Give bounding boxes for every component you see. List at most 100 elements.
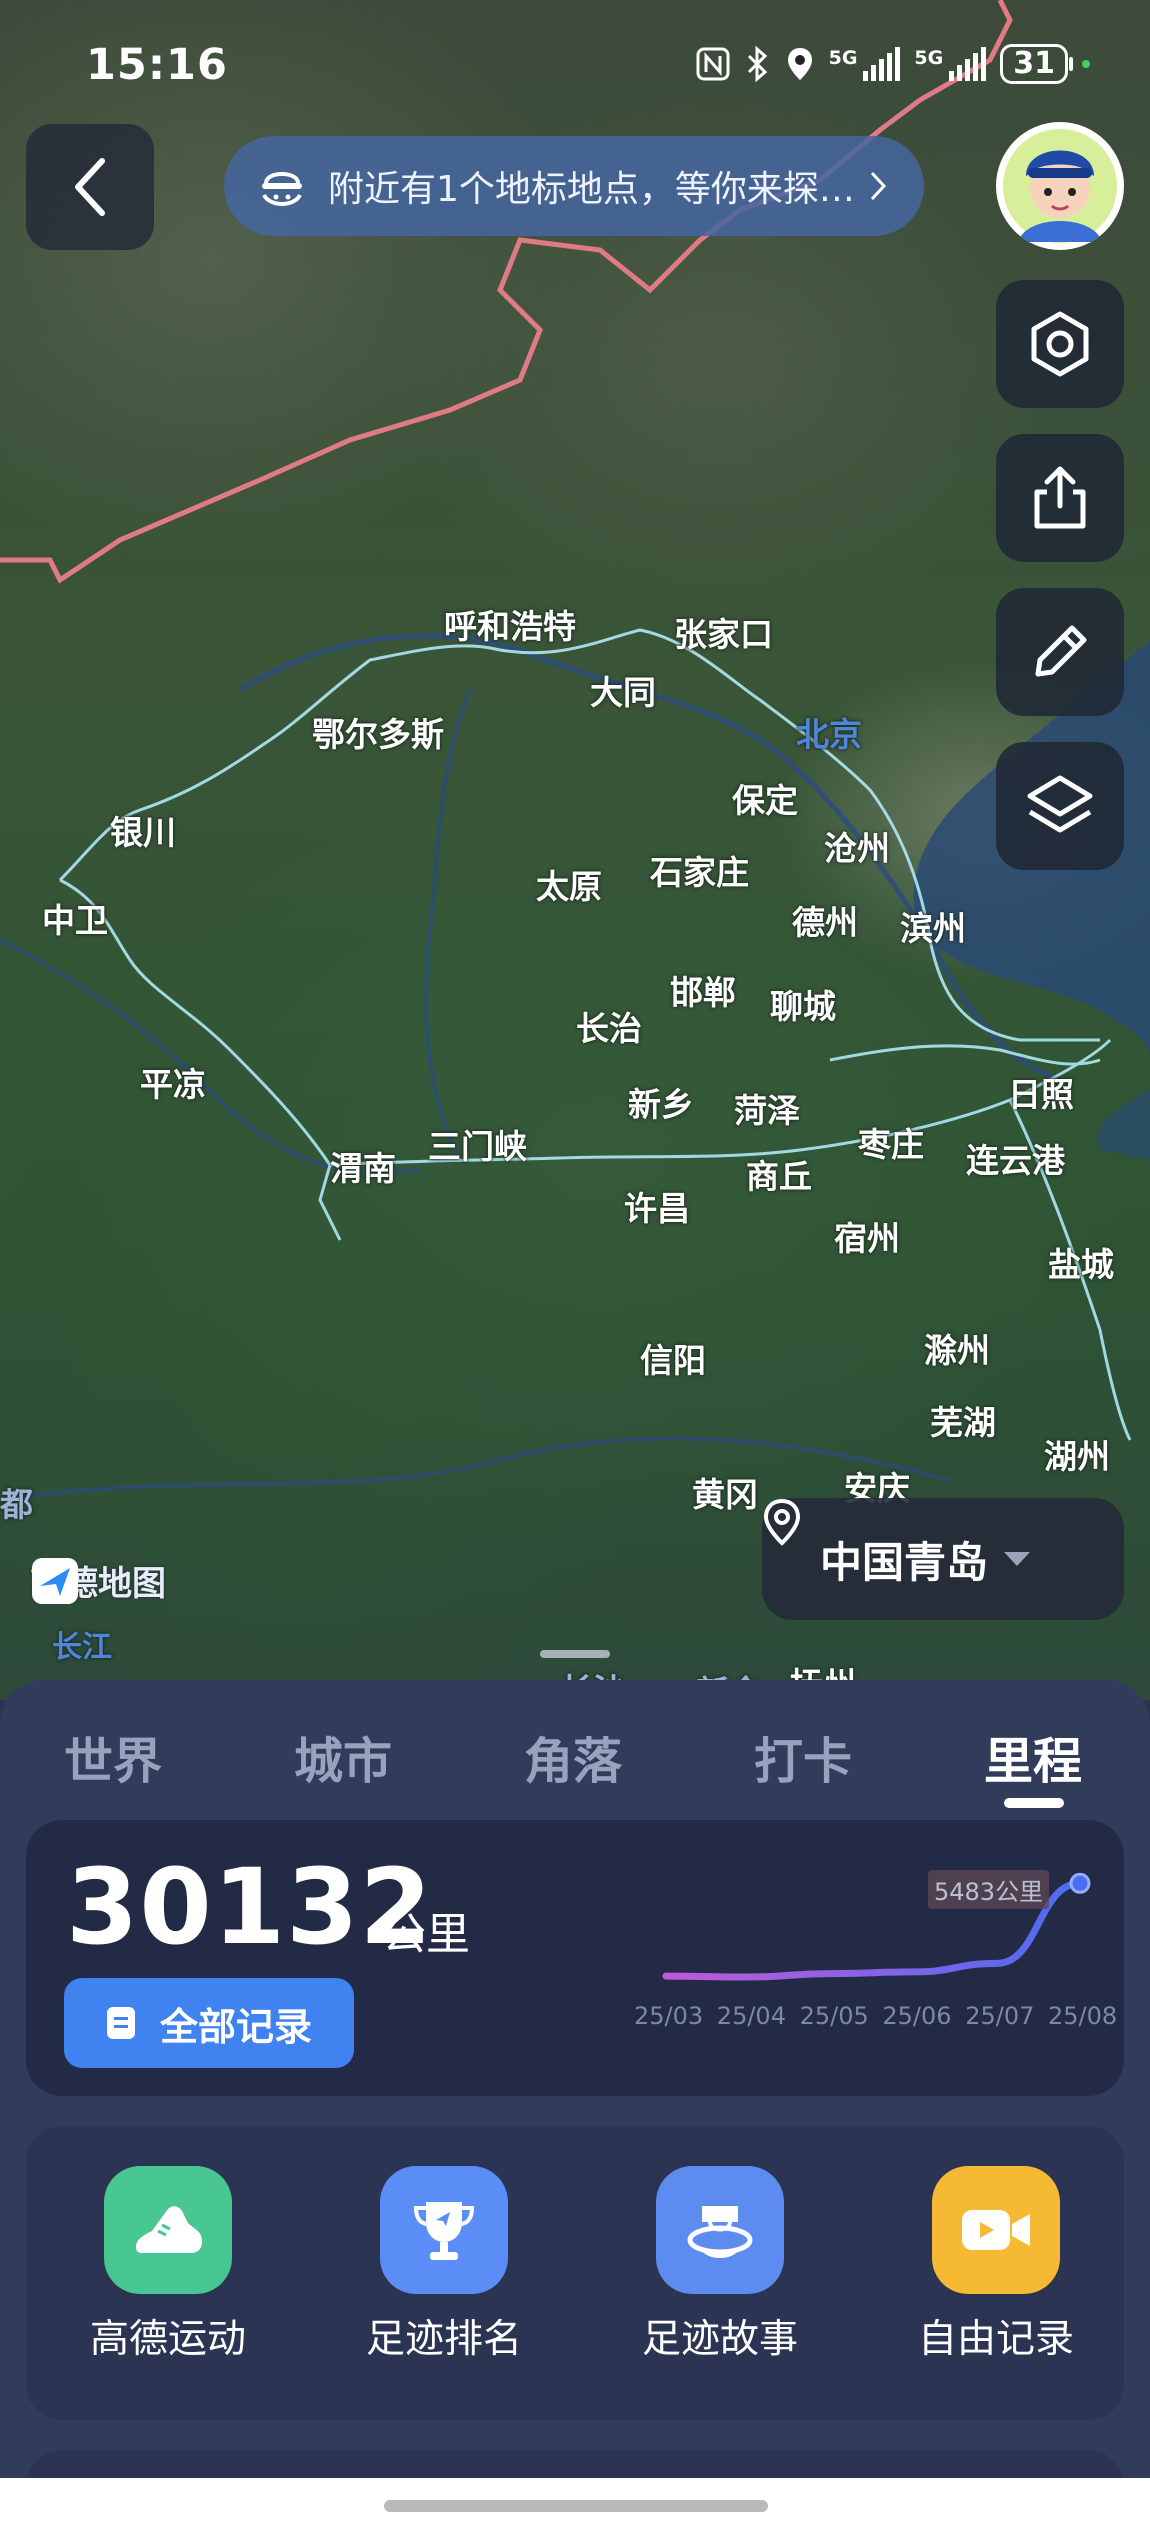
location-name: 中国青岛 xyxy=(820,1537,989,1587)
amap-logo-icon xyxy=(32,1558,78,1604)
total-mileage-value: 30132 xyxy=(66,1846,433,1968)
city-label: 平凉 xyxy=(140,1065,206,1104)
location-pin-icon xyxy=(763,1498,801,1546)
signal-strength-icon: 5G xyxy=(914,47,987,81)
tab-checkin[interactable]: 打卡 xyxy=(754,1722,852,1793)
city-label: 盐城 xyxy=(1048,1245,1114,1284)
home-indicator[interactable] xyxy=(384,2500,768,2512)
tab-mileage[interactable]: 里程 xyxy=(984,1722,1082,1793)
city-label: 滨州 xyxy=(900,909,966,948)
battery-indicator: 31 xyxy=(1000,44,1073,84)
all-records-label: 全部记录 xyxy=(160,2004,313,2049)
active-tab-indicator xyxy=(1004,1798,1064,1808)
charging-dot xyxy=(1082,60,1090,68)
status-time: 15:16 xyxy=(86,40,228,90)
city-label: 聊城 xyxy=(770,987,836,1026)
city-label: 长治 xyxy=(576,1009,642,1048)
city-label: 都 xyxy=(0,1485,33,1524)
share-icon xyxy=(1034,466,1086,529)
chart-x-tick-label: 25/08 xyxy=(1048,2002,1118,2030)
sheet-drag-handle[interactable] xyxy=(540,1650,610,1658)
chart-last-value-label: 5483公里 xyxy=(928,1870,1050,1909)
mileage-unit: 公里 xyxy=(382,1909,470,1960)
chevron-right-icon xyxy=(870,171,886,201)
chart-x-tick-label: 25/07 xyxy=(965,2002,1035,2030)
city-label: 宿州 xyxy=(834,1219,900,1258)
record-list-icon xyxy=(107,2007,135,2039)
user-avatar-icon xyxy=(997,123,1123,249)
layers-button[interactable] xyxy=(996,742,1124,870)
tab-world[interactable]: 世界 xyxy=(64,1722,162,1793)
city-label: 菏泽 xyxy=(734,1091,800,1130)
all-records-button[interactable]: 全部记录 xyxy=(64,1978,354,2068)
tool-label: 自由记录 xyxy=(917,2317,1074,2362)
back-arrow-icon xyxy=(75,158,105,216)
city-label: 大同 xyxy=(590,673,656,712)
hexagon-settings-icon xyxy=(1031,311,1089,377)
video-record-icon xyxy=(932,2166,1060,2294)
tool-footprint-story[interactable]: 足迹故事 xyxy=(600,2166,840,2364)
city-label: 许昌 xyxy=(624,1189,690,1228)
tab-city[interactable]: 城市 xyxy=(294,1722,392,1793)
layers-icon xyxy=(1027,775,1093,833)
amap-logo: 高德地图 xyxy=(30,1556,166,1605)
chart-x-tick-label: 25/04 xyxy=(716,2002,786,2030)
city-label: 三门峡 xyxy=(428,1127,527,1166)
city-label: 渭南 xyxy=(330,1149,396,1188)
avatar[interactable] xyxy=(996,122,1124,250)
chart-x-tick-label: 25/05 xyxy=(799,2002,869,2030)
city-label: 银川 xyxy=(110,813,176,852)
city-label: 信阳 xyxy=(640,1341,706,1380)
city-label: 枣庄 xyxy=(858,1125,924,1164)
city-label: 日照 xyxy=(1008,1075,1074,1114)
tab-bar: 世界 城市 角落 打卡 里程 xyxy=(0,1680,1150,1820)
tool-label: 足迹故事 xyxy=(641,2317,798,2362)
city-label: 湖州 xyxy=(1044,1437,1110,1476)
city-label: 太原 xyxy=(536,867,602,906)
city-label: 新乡 xyxy=(628,1085,694,1124)
city-label: 呼和浩特 xyxy=(444,607,576,646)
bottom-sheet: 世界 城市 角落 打卡 里程 30132 公里 全部记录 5483公里 25/0… xyxy=(0,1680,1150,2510)
caret-down-icon xyxy=(1004,1552,1031,1566)
data-point xyxy=(1069,1872,1091,1894)
story-icon xyxy=(656,2166,784,2294)
chart-x-tick-label: 25/03 xyxy=(634,2002,704,2030)
tool-footprint-ranking[interactable]: 足迹排名 xyxy=(324,2166,564,2364)
nfc-icon xyxy=(696,47,730,81)
landmark-notice[interactable]: 附近有1个地标地点，等你来探… xyxy=(224,136,924,236)
city-label: 芜湖 xyxy=(930,1403,996,1442)
city-label: 沧州 xyxy=(824,829,890,868)
location-icon xyxy=(787,48,812,80)
tab-corner[interactable]: 角落 xyxy=(524,1722,622,1793)
pencil-icon xyxy=(1035,625,1087,677)
city-label: 德州 xyxy=(792,903,858,942)
edit-button[interactable] xyxy=(996,588,1124,716)
running-shoe-icon xyxy=(104,2166,232,2294)
city-label: 黄冈 xyxy=(692,1475,758,1514)
city-label: 连云港 xyxy=(966,1141,1065,1180)
city-label: 张家口 xyxy=(674,615,773,654)
tool-free-record[interactable]: 自由记录 xyxy=(876,2166,1116,2364)
tool-label: 高德运动 xyxy=(89,2317,246,2362)
city-label: 鄂尔多斯 xyxy=(312,715,444,754)
city-label: 滁州 xyxy=(924,1331,990,1370)
location-selector[interactable]: 中国青岛 xyxy=(762,1498,1124,1620)
city-label: 保定 xyxy=(732,781,798,820)
trophy-icon xyxy=(380,2166,508,2294)
city-label: 中卫 xyxy=(42,901,108,940)
tool-amap-sports[interactable]: 高德运动 xyxy=(48,2166,288,2364)
status-icons: 5G 5G 31 xyxy=(695,44,1090,84)
bluetooth-icon xyxy=(747,46,767,82)
explorer-icon xyxy=(262,172,302,206)
back-button[interactable] xyxy=(26,124,154,250)
city-label: 北京 xyxy=(796,715,862,754)
river-label: 长江 xyxy=(52,1630,112,1665)
chart-x-tick-label: 25/06 xyxy=(882,2002,952,2030)
settings-button[interactable] xyxy=(996,280,1124,408)
share-button[interactable] xyxy=(996,434,1124,562)
gesture-area xyxy=(0,2478,1150,2547)
map-view[interactable]: 呼和浩特 张家口 大同 北京 鄂尔多斯 保定 银川 沧州 太原 石家庄 中卫 德… xyxy=(0,0,1150,1700)
notice-text: 附近有1个地标地点，等你来探… xyxy=(328,169,855,210)
mileage-card: 30132 公里 全部记录 5483公里 25/03 25/04 25/05 25/0… xyxy=(26,1820,1124,2096)
tool-label: 足迹排名 xyxy=(365,2317,522,2362)
